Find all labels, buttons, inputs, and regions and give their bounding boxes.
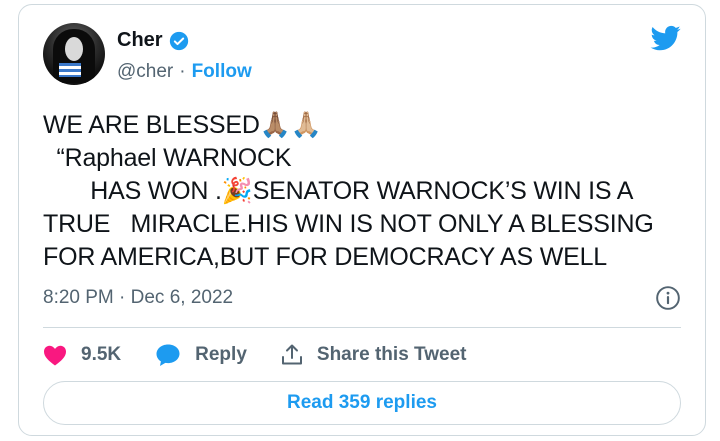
share-upload-icon	[281, 344, 302, 365]
like-count: 9.5K	[81, 344, 122, 365]
reply-label: Reply	[195, 344, 247, 365]
like-button[interactable]: 9.5K	[43, 344, 121, 366]
speech-bubble-icon	[156, 344, 180, 366]
heart-icon	[44, 345, 66, 366]
avatar[interactable]	[43, 23, 105, 85]
share-button[interactable]: Share this Tweet	[281, 344, 467, 366]
info-icon[interactable]	[655, 285, 681, 311]
author-handle[interactable]: @cher	[117, 61, 173, 83]
twitter-bird-icon[interactable]	[649, 23, 683, 53]
action-bar: 9.5K Reply Share this Tweet	[43, 337, 500, 373]
share-label: Share this Tweet	[316, 344, 467, 365]
author-name-row: Cher	[117, 29, 189, 52]
author-handle-row: @cher · Follow	[117, 61, 252, 83]
separator-dot: ·	[179, 61, 186, 82]
divider	[43, 327, 681, 328]
follow-button[interactable]: Follow	[192, 61, 252, 83]
tweet-card: Cher @cher · Follow WE ARE BLESSED🙏🏽🙏🏼 “…	[18, 4, 706, 436]
reply-button[interactable]: Reply	[155, 343, 247, 367]
tweet-timestamp[interactable]: 8:20 PM · Dec 6, 2022	[43, 287, 233, 309]
tweet-text: WE ARE BLESSED🙏🏽🙏🏼 “Raphael WARNOCK HAS …	[43, 111, 654, 271]
verified-badge-icon	[169, 31, 188, 50]
read-replies-button[interactable]: Read 359 replies	[43, 381, 681, 425]
author-name[interactable]: Cher	[117, 29, 163, 52]
